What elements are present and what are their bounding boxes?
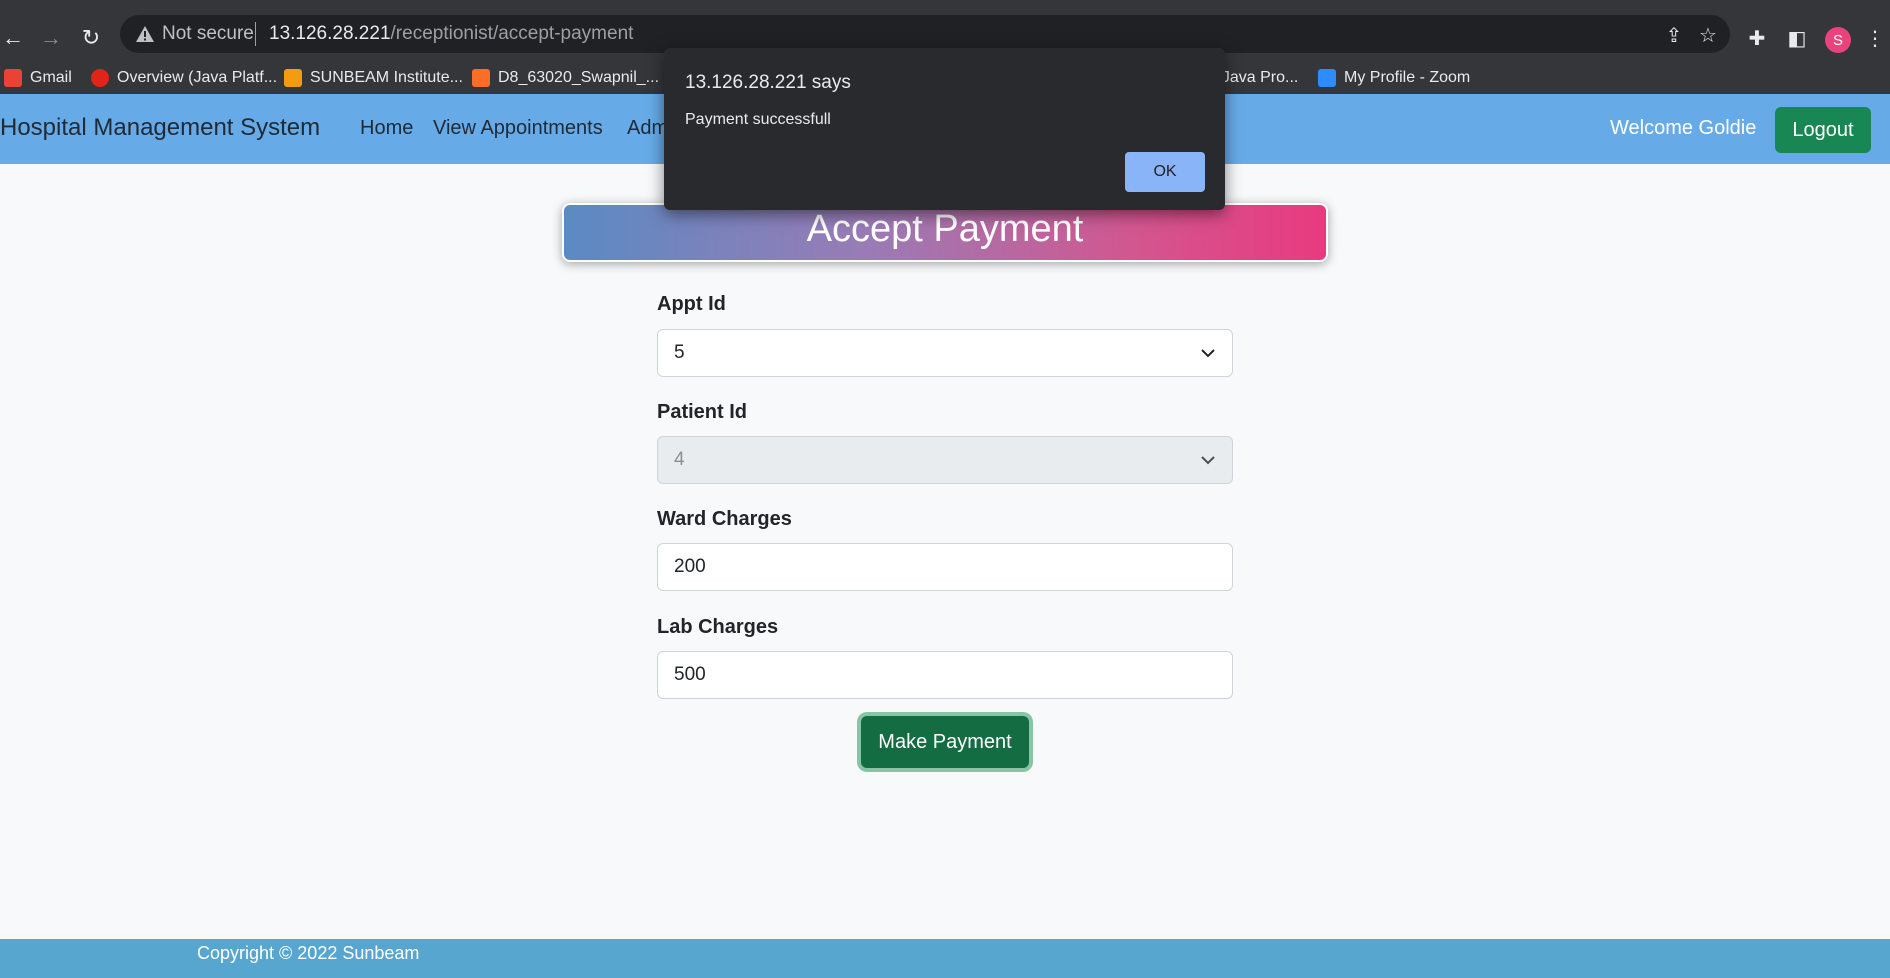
warning-icon[interactable] bbox=[134, 23, 156, 45]
bookmark-label: SUNBEAM Institute... bbox=[310, 69, 463, 86]
chevron-down-icon bbox=[1201, 349, 1215, 358]
logout-button[interactable]: Logout bbox=[1775, 107, 1871, 153]
ward-charges-value: 200 bbox=[674, 556, 706, 577]
nav-view-appointments[interactable]: View Appointments bbox=[433, 117, 603, 140]
nav-admin[interactable]: Adm bbox=[627, 117, 668, 140]
page-title-banner: Accept Payment bbox=[562, 203, 1328, 262]
gmail-icon bbox=[4, 69, 22, 87]
chevron-down-icon bbox=[1201, 456, 1215, 465]
bookmark-label: Overview (Java Platf... bbox=[117, 69, 278, 86]
share-icon[interactable]: ⇪ bbox=[1662, 23, 1686, 47]
back-arrow-icon[interactable]: ← bbox=[0, 25, 26, 51]
appt-id-value: 5 bbox=[674, 342, 685, 363]
patient-id-label: Patient Id bbox=[657, 401, 748, 423]
side-panel-icon[interactable]: ◧ bbox=[1784, 25, 1810, 51]
not-secure-label[interactable]: Not secure bbox=[162, 23, 254, 45]
bookmark-gmail[interactable]: Gmail bbox=[4, 66, 72, 90]
patient-id-value: 4 bbox=[674, 449, 685, 470]
alert-dialog: 13.126.28.221 says Payment successfull O… bbox=[664, 48, 1225, 210]
bookmark-star-icon[interactable]: ☆ bbox=[1696, 23, 1720, 47]
make-payment-button[interactable]: Make Payment bbox=[861, 716, 1029, 768]
ward-charges-input[interactable]: 200 bbox=[657, 543, 1233, 591]
bookmark-zoom[interactable]: My Profile - Zoom bbox=[1318, 66, 1470, 90]
gitlab-icon bbox=[472, 69, 490, 87]
welcome-text: Welcome Goldie bbox=[1610, 117, 1757, 139]
app-brand[interactable]: Hospital Management System bbox=[0, 114, 320, 142]
appt-id-label: Appt Id bbox=[657, 293, 726, 315]
lab-charges-input[interactable]: 500 bbox=[657, 651, 1233, 699]
bookmark-label: My Profile - Zoom bbox=[1344, 69, 1471, 86]
menu-kebab-icon[interactable]: ⋮ bbox=[1862, 25, 1888, 51]
sunbeam-icon bbox=[284, 69, 302, 87]
ward-charges-label: Ward Charges bbox=[657, 508, 792, 530]
copyright-text: Copyright © 2022 Sunbeam bbox=[197, 943, 420, 963]
forward-arrow-icon[interactable]: → bbox=[38, 25, 64, 51]
reload-icon[interactable]: ↻ bbox=[78, 25, 104, 51]
bookmark-oracle[interactable]: Overview (Java Platf... bbox=[91, 66, 277, 90]
footer: Copyright © 2022 Sunbeam bbox=[0, 939, 1890, 978]
browser-tab-strip bbox=[0, 0, 1890, 12]
patient-id-select: 4 bbox=[657, 436, 1233, 484]
dialog-ok-button[interactable]: OK bbox=[1125, 152, 1205, 192]
oracle-icon bbox=[91, 69, 109, 87]
bookmark-label: D8_63020_Swapnil_... bbox=[498, 69, 660, 86]
url-text[interactable]: 13.126.28.221/receptionist/accept-paymen… bbox=[269, 23, 633, 45]
bookmark-label: f Java Pro... bbox=[1213, 69, 1299, 86]
url-path: /receptionist/accept-payment bbox=[390, 23, 634, 44]
nav-home[interactable]: Home bbox=[360, 117, 413, 140]
bookmark-java[interactable]: f Java Pro... bbox=[1213, 66, 1298, 90]
dialog-message: Payment successfull bbox=[685, 111, 831, 128]
bookmark-gitlab[interactable]: D8_63020_Swapnil_... bbox=[472, 66, 659, 90]
appt-id-select[interactable]: 5 bbox=[657, 329, 1233, 377]
url-host: 13.126.28.221 bbox=[269, 23, 391, 44]
address-separator bbox=[255, 22, 256, 46]
lab-charges-label: Lab Charges bbox=[657, 616, 779, 638]
bookmark-sunbeam[interactable]: SUNBEAM Institute... bbox=[284, 66, 463, 90]
profile-avatar[interactable]: S bbox=[1825, 27, 1851, 53]
zoom-icon bbox=[1318, 69, 1336, 87]
dialog-title: 13.126.28.221 says bbox=[685, 72, 851, 93]
extensions-icon[interactable]: ✚ bbox=[1744, 25, 1770, 51]
lab-charges-value: 500 bbox=[674, 664, 706, 685]
page-title: Accept Payment bbox=[806, 208, 1084, 250]
bookmark-label: Gmail bbox=[30, 69, 72, 86]
